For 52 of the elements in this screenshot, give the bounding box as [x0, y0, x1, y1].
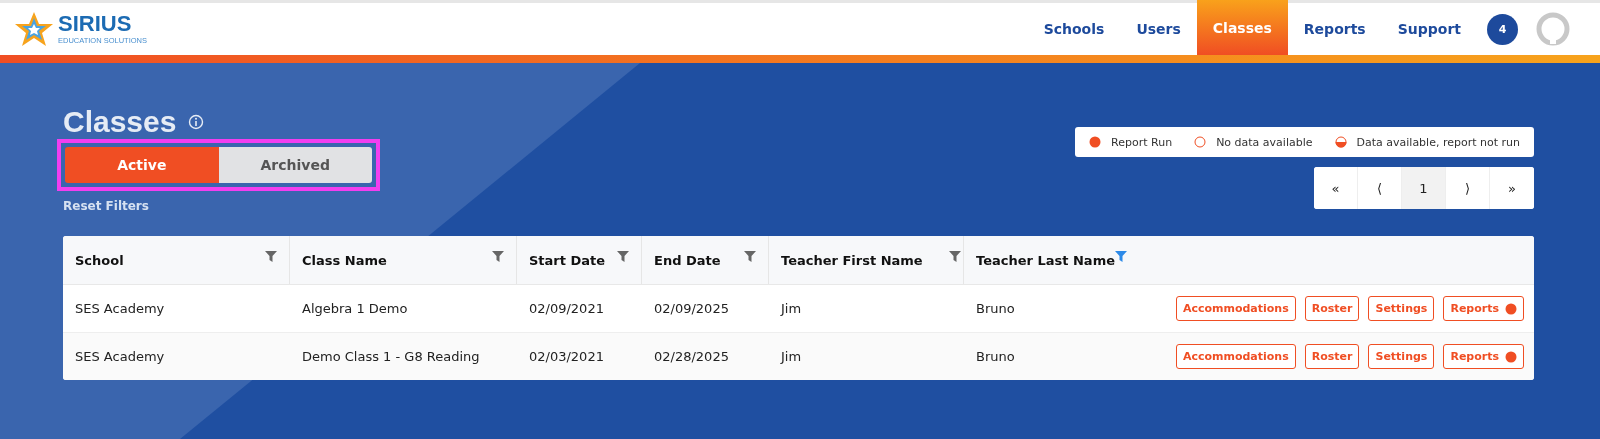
- table-cell-text: Algebra 1 Demo: [301, 301, 409, 316]
- nav-tab[interactable]: Reports: [1287, 3, 1382, 55]
- table-cell-text: SES Academy: [74, 349, 166, 364]
- page-button[interactable]: 1: [1402, 167, 1446, 209]
- empty-dot-icon: [1194, 136, 1207, 148]
- action-button[interactable]: Roster: [1304, 296, 1360, 321]
- nav-tab[interactable]: Support: [1381, 3, 1477, 55]
- filter-icon[interactable]: [949, 251, 961, 263]
- legend-label: Data available, report not run: [1356, 135, 1520, 149]
- nav-tab[interactable]: Schools: [1027, 3, 1121, 55]
- legend-label: Report Run: [1111, 135, 1173, 149]
- filter-icon[interactable]: [265, 251, 277, 263]
- nav-tab[interactable]: Users: [1120, 3, 1197, 55]
- info-icon[interactable]: [188, 114, 205, 130]
- column-header: End Date: [654, 252, 721, 268]
- column-header: Start Date: [529, 252, 606, 268]
- column-header: Class Name: [302, 252, 387, 268]
- action-button[interactable]: Accommodations: [1175, 296, 1296, 321]
- table-cell-text: Jim: [779, 301, 803, 316]
- reset-filters-link[interactable]: Reset Filters: [63, 199, 149, 213]
- brand-name: SIRIUS: [58, 13, 133, 36]
- action-button[interactable]: Reports: [1443, 344, 1524, 369]
- table-cell-text: Demo Class 1 - G8 Reading: [301, 349, 481, 364]
- filter-icon[interactable]: [617, 251, 629, 263]
- action-button[interactable]: Roster: [1304, 344, 1360, 369]
- action-button[interactable]: Settings: [1368, 344, 1435, 369]
- column-header: Teacher First Name: [781, 252, 923, 268]
- action-button[interactable]: Settings: [1368, 296, 1435, 321]
- action-button[interactable]: Reports: [1443, 296, 1524, 321]
- page-title: Classes: [63, 104, 177, 140]
- filter-icon[interactable]: [744, 251, 756, 263]
- table-cell-text: 02/28/2025: [653, 349, 730, 364]
- status-toggle[interactable]: Active: [65, 147, 219, 183]
- filter-icon[interactable]: [492, 251, 504, 263]
- filled-dot-icon: [1089, 136, 1102, 148]
- action-button[interactable]: Accommodations: [1175, 344, 1296, 369]
- table-cell-text: 02/09/2025: [653, 301, 730, 316]
- notification-badge[interactable]: 4: [1487, 13, 1518, 45]
- table-cell-text: SES Academy: [74, 301, 166, 316]
- column-header: Teacher Last Name: [976, 252, 1115, 268]
- table-cell-text: Bruno: [975, 349, 1016, 364]
- table-cell-text: 02/09/2021: [528, 301, 605, 316]
- table-cell-text: 02/03/2021: [528, 349, 605, 364]
- page-button[interactable]: «: [1314, 167, 1358, 209]
- legend-label: No data available: [1216, 135, 1313, 149]
- table-cell-text: Bruno: [975, 301, 1016, 316]
- table-cell-text: Jim: [779, 349, 803, 364]
- status-toggle[interactable]: Archived: [218, 147, 372, 183]
- star-logo-icon: [14, 11, 54, 47]
- half-dot-icon: [1334, 136, 1347, 148]
- filter-icon[interactable]: [1115, 251, 1127, 263]
- column-header: School: [75, 252, 124, 268]
